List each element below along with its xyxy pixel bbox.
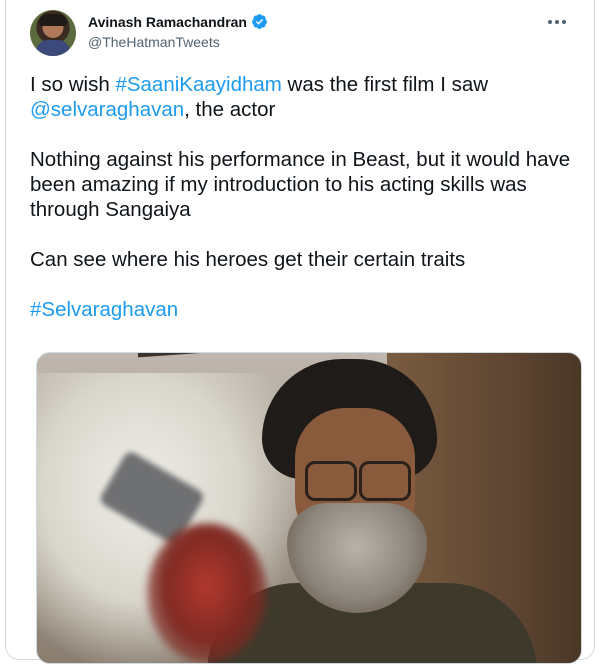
avatar-hat — [39, 14, 67, 26]
mention-link-selvaraghavan[interactable]: @selvaraghavan — [30, 98, 184, 121]
tweet-text-segment: , the actor — [184, 98, 276, 121]
tweet-header: Avinash Ramachandran @TheHatmanTweets — [30, 10, 574, 60]
tweet-text-segment: was the first film I saw — [281, 73, 489, 96]
tweet-text-segment: I so wish — [30, 73, 116, 96]
verified-badge-icon — [252, 14, 267, 29]
tweet-paragraph-4: #Selvaraghavan — [30, 297, 575, 322]
avatar-shirt — [36, 40, 70, 56]
image-beam — [136, 353, 378, 358]
tweet-media-image[interactable] — [36, 352, 582, 664]
avatar[interactable] — [30, 10, 76, 56]
hashtag-link-saanikaayidham[interactable]: #SaaniKaayidham — [115, 73, 281, 96]
display-name[interactable]: Avinash Ramachandran — [88, 14, 247, 30]
image-glasses-left — [305, 461, 357, 501]
tweet-card[interactable]: Avinash Ramachandran @TheHatmanTweets I … — [5, 0, 595, 664]
tweet-paragraph-3: Can see where his heroes get their certa… — [30, 248, 466, 271]
hashtag-link-selvaraghavan[interactable]: #Selvaraghavan — [30, 298, 178, 321]
more-dot — [562, 20, 566, 24]
tweet-paragraph-2: Nothing against his performance in Beast… — [30, 148, 571, 221]
more-options-icon[interactable] — [544, 12, 570, 32]
display-name-row: Avinash Ramachandran — [88, 13, 268, 30]
more-dot — [555, 20, 559, 24]
more-dot — [548, 20, 552, 24]
image-hand — [147, 523, 267, 663]
image-glasses-right — [359, 461, 411, 501]
author-handle[interactable]: @TheHatmanTweets — [88, 34, 268, 50]
tweet-text: I so wish #SaaniKaayidham was the first … — [30, 72, 575, 322]
author-names: Avinash Ramachandran @TheHatmanTweets — [88, 13, 268, 50]
tweet-paragraph-1: I so wish #SaaniKaayidham was the first … — [30, 72, 575, 122]
